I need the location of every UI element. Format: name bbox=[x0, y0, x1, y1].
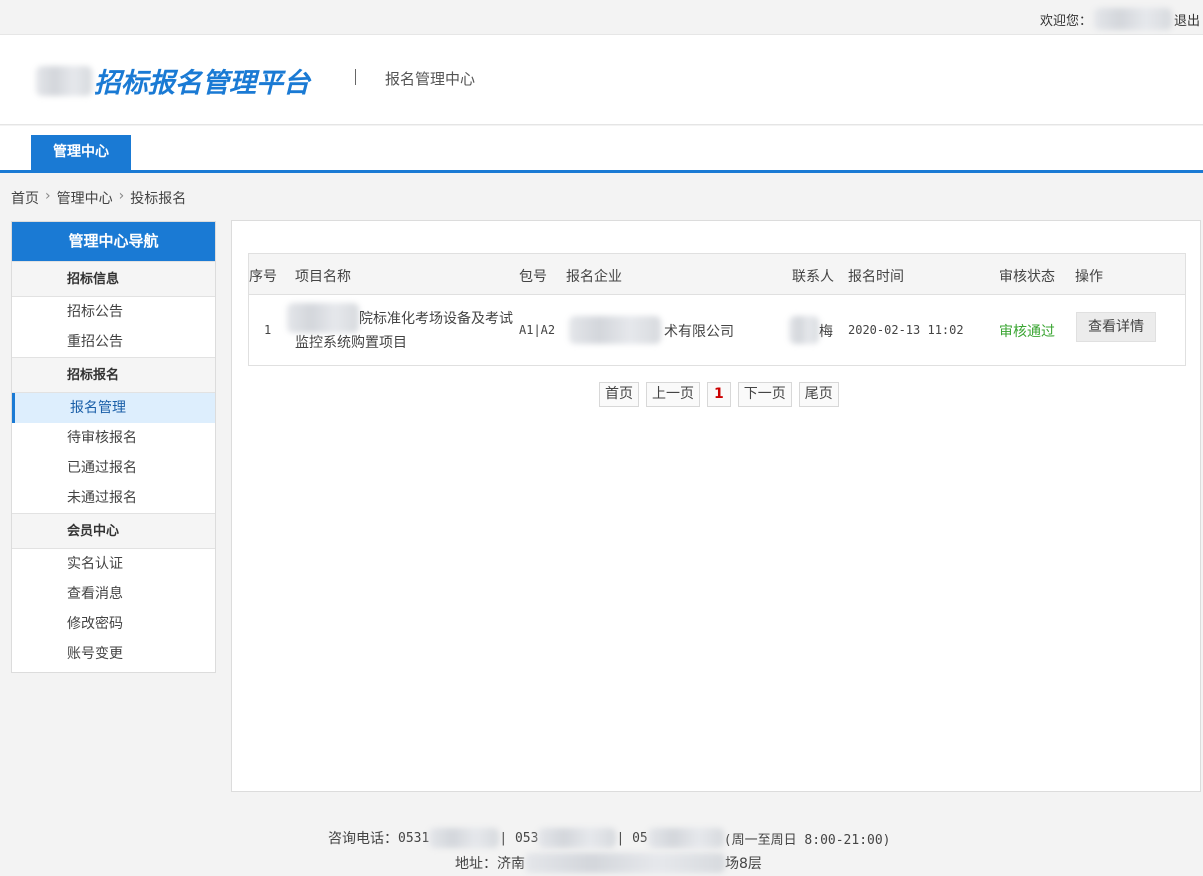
sidebar-group-bid-registration: 招标报名 bbox=[12, 357, 215, 393]
logo-text: 招标报名管理平台 bbox=[94, 68, 310, 99]
sidebar: 管理中心导航 招标信息 招标公告 重招公告 招标报名 报名管理 待审核报名 已通… bbox=[11, 221, 216, 673]
sidebar-group-bid-info: 招标信息 bbox=[12, 261, 215, 297]
cell-package: A1|A2 bbox=[519, 323, 556, 337]
cell-contact: 梅 bbox=[819, 324, 833, 340]
footer-phone-1: 0531 bbox=[398, 830, 430, 846]
sidebar-item-rebid-announcement[interactable]: 重招公告 bbox=[12, 327, 215, 357]
header-subtitle: 报名管理中心 bbox=[385, 70, 476, 88]
phone-redacted bbox=[647, 828, 724, 848]
tab-management-center[interactable]: 管理中心 bbox=[31, 135, 131, 170]
breadcrumb-management[interactable]: 管理中心 bbox=[57, 188, 113, 208]
contact-redacted bbox=[789, 316, 819, 344]
welcome-label: 欢迎您： bbox=[1039, 13, 1092, 29]
project-name-redacted bbox=[287, 303, 359, 333]
sidebar-group-member-center: 会员中心 bbox=[12, 513, 215, 549]
logo-redacted bbox=[36, 65, 92, 96]
registration-table: 序号 项目名称 包号 报名企业 联系人 报名时间 审核状态 操作 1 院标准化考… bbox=[248, 253, 1186, 366]
page-prev-button[interactable]: 上一页 bbox=[646, 382, 700, 407]
sidebar-item-approved-registration[interactable]: 已通过报名 bbox=[12, 453, 215, 483]
address-redacted bbox=[525, 853, 725, 873]
table-row: 1 院标准化考场设备及考试 监控系统购置项目 A1|A2 术有限公司 梅 202… bbox=[249, 295, 1185, 365]
cell-company: 术有限公司 bbox=[664, 324, 734, 340]
cell-time: 2020-02-13 11:02 bbox=[848, 323, 964, 337]
breadcrumb-home[interactable]: 首页 bbox=[11, 188, 39, 208]
main-nav: 管理中心 bbox=[0, 126, 1203, 173]
main-panel: 序号 项目名称 包号 报名企业 联系人 报名时间 审核状态 操作 1 院标准化考… bbox=[231, 220, 1201, 792]
col-header-company: 报名企业 bbox=[566, 269, 622, 285]
cell-project-line1: 院标准化考场设备及考试 bbox=[359, 311, 513, 327]
footer-address: 地址：济南 场8层 bbox=[455, 853, 762, 873]
col-header-contact: 联系人 bbox=[792, 269, 834, 285]
status-badge: 审核通过 bbox=[999, 324, 1055, 340]
logo[interactable]: 招标报名管理平台 bbox=[36, 61, 310, 100]
company-name-redacted bbox=[569, 316, 661, 344]
username-redacted bbox=[1093, 8, 1172, 30]
cell-index: 1 bbox=[264, 323, 272, 337]
sidebar-item-real-name-auth[interactable]: 实名认证 bbox=[12, 549, 215, 579]
sidebar-item-account-change[interactable]: 账号变更 bbox=[12, 639, 215, 669]
page-last-button[interactable]: 尾页 bbox=[798, 382, 839, 407]
sidebar-item-bid-announcement[interactable]: 招标公告 bbox=[12, 297, 215, 327]
footer-phone-2: | 053 bbox=[499, 830, 539, 846]
view-details-button[interactable]: 查看详情 bbox=[1076, 312, 1156, 342]
page-first-button[interactable]: 首页 bbox=[599, 382, 639, 407]
breadcrumb-separator: › bbox=[118, 188, 125, 204]
breadcrumb: 首页 › 管理中心 › 投标报名 bbox=[11, 188, 186, 208]
pagination: 首页 上一页 1 下一页 尾页 bbox=[599, 382, 839, 407]
header: 招标报名管理平台 报名管理中心 bbox=[0, 35, 1203, 125]
breadcrumb-separator: › bbox=[45, 188, 51, 204]
phone-redacted bbox=[538, 828, 617, 848]
sidebar-title: 管理中心导航 bbox=[12, 222, 215, 261]
page-current[interactable]: 1 bbox=[707, 382, 731, 407]
sidebar-item-change-password[interactable]: 修改密码 bbox=[12, 609, 215, 639]
col-header-time: 报名时间 bbox=[848, 269, 904, 285]
col-header-index: 序号 bbox=[249, 269, 277, 285]
col-header-action: 操作 bbox=[1075, 269, 1103, 285]
breadcrumb-current: 投标报名 bbox=[130, 191, 187, 207]
sidebar-item-pending-registration[interactable]: 待审核报名 bbox=[12, 423, 215, 453]
sidebar-item-rejected-registration[interactable]: 未通过报名 bbox=[12, 483, 215, 513]
col-header-status: 审核状态 bbox=[999, 269, 1055, 285]
cell-project-line2: 监控系统购置项目 bbox=[295, 335, 407, 351]
footer-phone-label: 咨询电话： bbox=[328, 831, 398, 847]
footer-address-tail: 场8层 bbox=[725, 856, 762, 872]
page-next-button[interactable]: 下一页 bbox=[737, 382, 792, 407]
sidebar-item-view-messages[interactable]: 查看消息 bbox=[12, 579, 215, 609]
phone-redacted bbox=[429, 828, 500, 848]
footer-hours: (周一至周日 8:00-21:00) bbox=[723, 832, 891, 848]
col-header-project: 项目名称 bbox=[295, 269, 351, 285]
footer-contact: 咨询电话： 0531 | 053 | 05 (周一至周日 8:00-21:00) bbox=[328, 828, 891, 848]
col-header-package: 包号 bbox=[519, 269, 547, 285]
welcome-area: 欢迎您： 退出 bbox=[1040, 8, 1200, 30]
sidebar-item-registration-management[interactable]: 报名管理 bbox=[12, 393, 215, 423]
footer-address-label: 地址：济南 bbox=[455, 856, 525, 872]
top-bar: 欢迎您： 退出 bbox=[0, 0, 1203, 35]
logout-link[interactable]: 退出 bbox=[1174, 10, 1200, 29]
header-divider bbox=[355, 69, 356, 85]
table-header: 序号 项目名称 包号 报名企业 联系人 报名时间 审核状态 操作 bbox=[249, 254, 1185, 295]
footer-phone-3: | 05 bbox=[616, 830, 648, 846]
